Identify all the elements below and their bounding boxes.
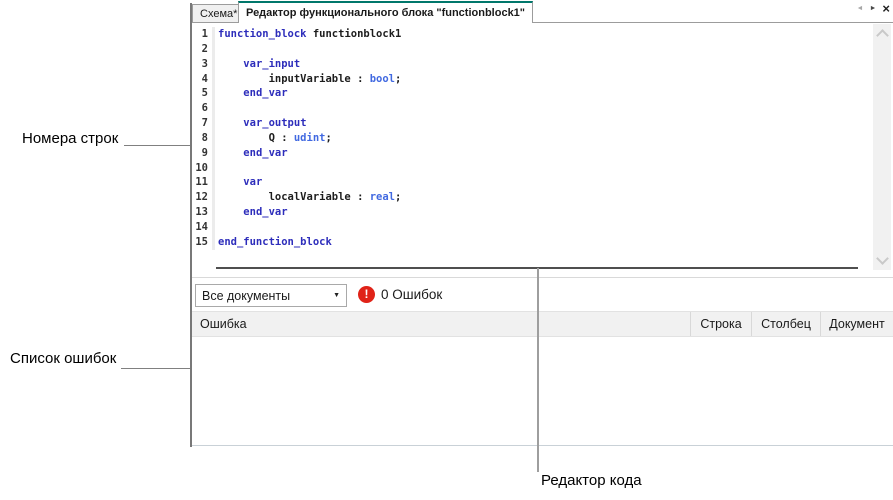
column-header-document[interactable]: Документ [820, 312, 893, 336]
callout-line-code-editor [537, 268, 539, 472]
column-header-line[interactable]: Строка [690, 312, 751, 336]
scrollbar-down-icon[interactable] [876, 252, 889, 265]
document-filter-dropdown[interactable]: Все документы ▼ [195, 284, 347, 307]
code-line[interactable]: 3 var_input [192, 57, 871, 72]
annotation-line-numbers: Номера строк [22, 130, 118, 147]
editor-vertical-scrollbar[interactable] [873, 24, 891, 270]
error-status-icon: ! [358, 286, 375, 303]
code-line-text: var [215, 175, 262, 190]
scroll-tabs-right-icon[interactable]: ► [869, 3, 876, 15]
code-line[interactable]: 9 end_var [192, 146, 871, 161]
code-line[interactable]: 1function_block functionblock1 [192, 27, 871, 42]
code-line[interactable]: 12 localVariable : real; [192, 190, 871, 205]
code-line[interactable]: 14 [192, 220, 871, 235]
tab-schema-label: Схема* [200, 8, 237, 20]
line-number: 6 [192, 101, 215, 116]
error-list-panel: Все документы ▼ ! 0 Ошибок Ошибка Строка… [192, 277, 893, 446]
callout-line-error-list [121, 368, 190, 369]
code-line-text: end_var [215, 86, 288, 101]
annotation-error-list: Список ошибок [10, 350, 116, 367]
code-line-text: function_block functionblock1 [215, 27, 401, 42]
code-line-text: inputVariable : bool; [215, 72, 401, 87]
line-number: 11 [192, 175, 215, 190]
error-table-body[interactable] [192, 337, 893, 445]
code-editor[interactable]: 1function_block functionblock123 var_inp… [192, 24, 871, 268]
line-number: 7 [192, 116, 215, 131]
line-number: 1 [192, 27, 215, 42]
code-line[interactable]: 4 inputVariable : bool; [192, 72, 871, 87]
line-number: 14 [192, 220, 215, 235]
tab-functionblock-editor-label: Редактор функционального блока "function… [246, 7, 525, 19]
scrollbar-up-icon[interactable] [876, 29, 889, 42]
code-line-text [215, 220, 218, 235]
code-line-text: Q : udint; [215, 131, 332, 146]
code-line[interactable]: 10 [192, 161, 871, 176]
code-line[interactable]: 7 var_output [192, 116, 871, 131]
code-line[interactable]: 11 var [192, 175, 871, 190]
code-line[interactable]: 2 [192, 42, 871, 57]
code-line-text: var_input [215, 57, 300, 72]
tab-navigation-controls: ◄ ► × [857, 3, 890, 15]
error-table-header: Ошибка Строка Столбец Документ [192, 311, 893, 337]
line-number: 5 [192, 86, 215, 101]
line-number: 10 [192, 161, 215, 176]
code-line[interactable]: 5 end_var [192, 86, 871, 101]
line-number: 13 [192, 205, 215, 220]
screenshot-canvas: Схема* Редактор функционального блока "f… [0, 0, 893, 500]
code-line-text: end_var [215, 146, 288, 161]
line-number: 8 [192, 131, 215, 146]
line-number: 12 [192, 190, 215, 205]
code-line-text [215, 161, 218, 176]
close-tab-icon[interactable]: × [882, 3, 890, 15]
annotation-code-editor: Редактор кода [541, 472, 642, 489]
code-line-text: localVariable : real; [215, 190, 401, 205]
callout-line-line-numbers [124, 145, 190, 146]
code-line[interactable]: 13 end_var [192, 205, 871, 220]
error-count-label: 0 Ошибок [381, 287, 442, 302]
code-line[interactable]: 8 Q : udint; [192, 131, 871, 146]
code-line-text: end_function_block [215, 235, 332, 250]
code-line[interactable]: 15end_function_block [192, 235, 871, 250]
line-number: 15 [192, 235, 215, 250]
code-line[interactable]: 6 [192, 101, 871, 116]
line-number: 3 [192, 57, 215, 72]
chevron-down-icon: ▼ [333, 292, 340, 299]
error-panel-toolbar: Все документы ▼ ! 0 Ошибок [192, 278, 893, 311]
code-line-text [215, 101, 218, 116]
code-line-text: end_var [215, 205, 288, 220]
document-filter-value: Все документы [202, 289, 290, 303]
line-number: 4 [192, 72, 215, 87]
column-header-column[interactable]: Столбец [751, 312, 820, 336]
tab-functionblock-editor[interactable]: Редактор функционального блока "function… [238, 1, 533, 23]
code-line-text [215, 42, 218, 57]
column-header-error[interactable]: Ошибка [192, 312, 690, 336]
line-number: 2 [192, 42, 215, 57]
line-number: 9 [192, 146, 215, 161]
code-line-text: var_output [215, 116, 307, 131]
scroll-tabs-left-icon[interactable]: ◄ [857, 3, 864, 15]
